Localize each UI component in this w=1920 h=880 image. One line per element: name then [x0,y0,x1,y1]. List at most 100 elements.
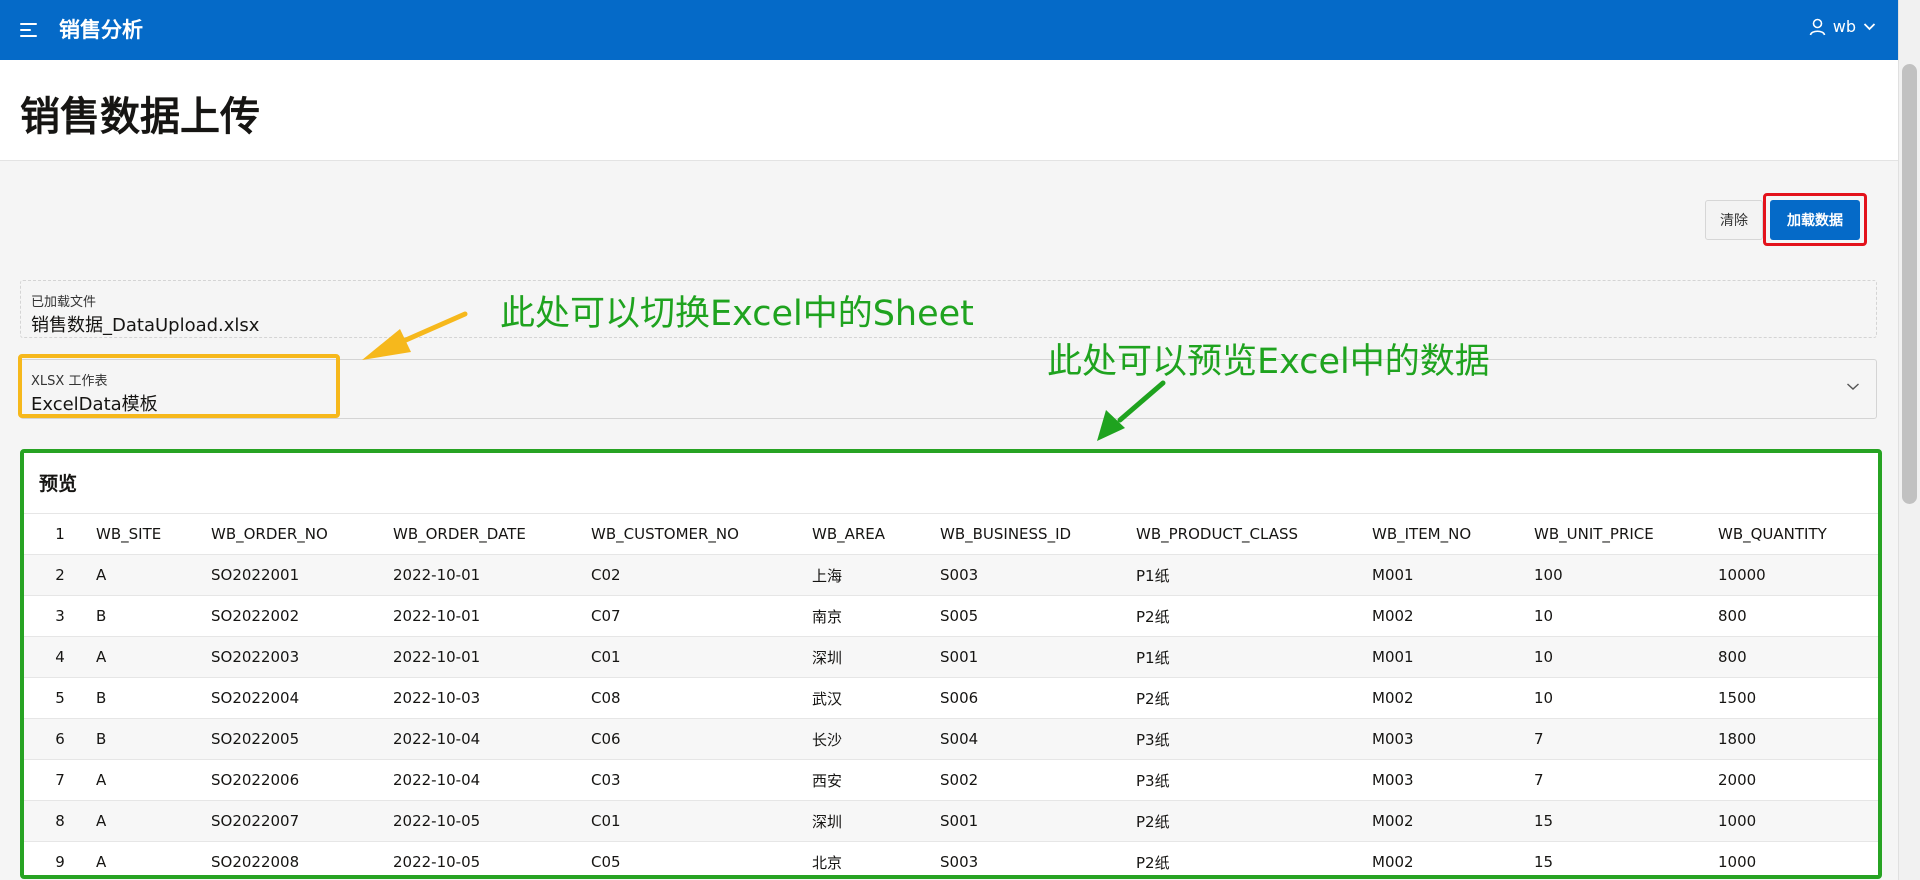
row-number-cell: 1 [24,513,96,555]
table-cell: S006 [940,677,1136,719]
table-cell: M001 [1372,554,1534,596]
table-cell: P2纸 [1136,595,1372,637]
clear-button[interactable]: 清除 [1705,200,1763,240]
table-cell: 2022-10-05 [393,841,591,875]
table-cell: SO2022007 [211,800,393,842]
table-cell: S003 [940,841,1136,875]
table-cell: C08 [591,677,812,719]
user-name: wb [1832,17,1856,36]
table-cell: WB_UNIT_PRICE [1534,513,1718,555]
table-cell: C06 [591,718,812,760]
table-cell: SO2022004 [211,677,393,719]
table-cell: 长沙 [812,718,940,760]
table-cell: A [96,759,211,801]
loaded-file-value: 销售数据_DataUpload.xlsx [31,315,260,336]
table-cell: 10 [1534,636,1718,678]
page-scrollbar[interactable] [1898,0,1920,880]
preview-header-row: 1 WB_SITE WB_ORDER_NO WB_ORDER_DATE WB_CUSTO… [24,513,1878,555]
table-cell: A [96,636,211,678]
load-data-button[interactable]: 加载数据 [1770,200,1860,240]
table-cell: 深圳 [812,636,940,678]
preview-annotation-text: 此处可以预览Excel中的数据 [1047,342,1490,382]
preview-title: 预览 [39,473,78,495]
table-cell: C07 [591,595,812,637]
hamburger-menu-icon[interactable] [18,18,42,42]
loaded-file-label: 已加载文件 [31,295,97,310]
table-cell: 2022-10-01 [393,595,591,637]
sheet-annotation-text: 此处可以切换Excel中的Sheet [500,294,974,334]
table-cell: WB_ORDER_DATE [393,513,591,555]
table-cell: WB_QUANTITY [1718,513,1878,555]
row-number-cell: 6 [24,718,96,760]
row-number-cell: 3 [24,595,96,637]
table-cell: M003 [1372,759,1534,801]
preview-region: 预览 1 WB_SITE WB_ORDER_NO WB_ORDER_DATE WB_CU… [20,449,1882,879]
table-row: 8 A SO2022007 2022-10-05 C01 深圳 S001 P2纸 M002 15 1… [24,800,1878,842]
table-cell: 1800 [1718,718,1878,760]
table-cell: P1纸 [1136,636,1372,678]
table-cell: 西安 [812,759,940,801]
table-cell: WB_SITE [96,513,211,555]
user-menu[interactable]: wb [1809,17,1876,36]
table-cell: 10000 [1718,554,1878,596]
table-cell: SO2022008 [211,841,393,875]
table-cell: WB_ORDER_NO [211,513,393,555]
table-cell: SO2022006 [211,759,393,801]
table-cell: 1000 [1718,800,1878,842]
app-header: 销售分析 wb [0,0,1898,60]
table-cell: 深圳 [812,800,940,842]
table-cell: P3纸 [1136,759,1372,801]
title-region: 销售数据上传 [0,60,1898,161]
table-cell: P1纸 [1136,554,1372,596]
table-cell: 1000 [1718,841,1878,875]
table-cell: WB_CUSTOMER_NO [591,513,812,555]
table-row: 6 B SO2022005 2022-10-04 C06 长沙 S004 P3纸 M003 7 18… [24,718,1878,760]
table-cell: P2纸 [1136,677,1372,719]
scrollbar-thumb[interactable] [1902,64,1917,504]
table-cell: WB_BUSINESS_ID [940,513,1136,555]
table-cell: 南京 [812,595,940,637]
table-cell: C02 [591,554,812,596]
table-cell: SO2022005 [211,718,393,760]
table-row: 5 B SO2022004 2022-10-03 C08 武汉 S006 P2纸 M002 10 1… [24,677,1878,719]
table-cell: 2022-10-01 [393,554,591,596]
table-cell: P3纸 [1136,718,1372,760]
table-cell: 7 [1534,759,1718,801]
table-cell: 上海 [812,554,940,596]
table-cell: M003 [1372,718,1534,760]
table-cell: 武汉 [812,677,940,719]
table-cell: 2022-10-03 [393,677,591,719]
table-cell: 10 [1534,677,1718,719]
table-cell: 800 [1718,595,1878,637]
table-cell: M001 [1372,636,1534,678]
table-row: 9 A SO2022008 2022-10-05 C05 北京 S003 P2纸 M002 15 1… [24,841,1878,875]
table-row: 4 A SO2022003 2022-10-01 C01 深圳 S001 P1纸 M001 10 8… [24,636,1878,678]
row-number-cell: 2 [24,554,96,596]
row-number-cell: 8 [24,800,96,842]
table-cell: S001 [940,800,1136,842]
table-cell: C05 [591,841,812,875]
sheet-select-highlight [18,354,340,418]
table-row: 2 A SO2022001 2022-10-01 C02 上海 S003 P1纸 M001 100… [24,554,1878,596]
table-cell: SO2022003 [211,636,393,678]
table-cell: A [96,841,211,875]
table-cell: S003 [940,554,1136,596]
app-title[interactable]: 销售分析 [59,14,143,44]
table-cell: WB_PRODUCT_CLASS [1136,513,1372,555]
table-cell: S004 [940,718,1136,760]
table-cell: B [96,595,211,637]
preview-table: 1 WB_SITE WB_ORDER_NO WB_ORDER_DATE WB_CUSTO… [24,513,1878,875]
table-cell: SO2022001 [211,554,393,596]
table-cell: WB_AREA [812,513,940,555]
table-cell: 1500 [1718,677,1878,719]
table-cell: C01 [591,636,812,678]
table-cell: A [96,554,211,596]
table-cell: 2022-10-04 [393,718,591,760]
table-cell: S001 [940,636,1136,678]
table-cell: 2022-10-04 [393,759,591,801]
row-number-cell: 5 [24,677,96,719]
table-cell: P2纸 [1136,841,1372,875]
table-cell: C01 [591,800,812,842]
table-cell: C03 [591,759,812,801]
table-cell: 北京 [812,841,940,875]
